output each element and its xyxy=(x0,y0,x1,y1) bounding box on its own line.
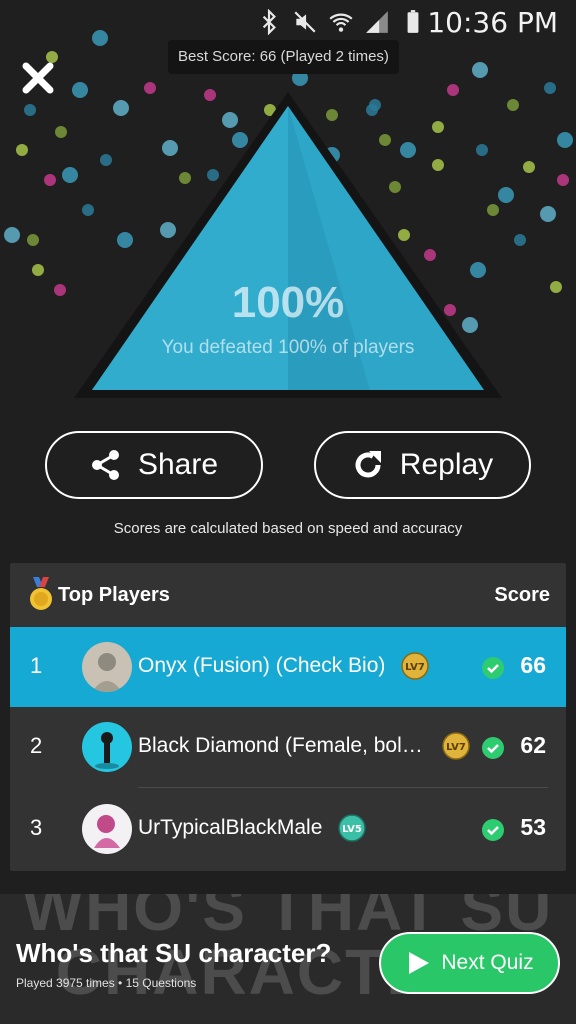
leaderboard-row[interactable]: 3 UrTypicalBlackMale LV5 53 xyxy=(10,789,566,869)
svg-text:LV7: LV7 xyxy=(446,742,466,753)
next-quiz-label: Next Quiz xyxy=(441,951,534,974)
confetti-dot xyxy=(523,161,535,173)
player-score: 53 xyxy=(520,814,546,840)
confetti-dot xyxy=(540,206,556,222)
row-rank: 1 xyxy=(30,653,43,678)
confetti-dot xyxy=(514,234,526,246)
confetti-dot xyxy=(544,82,556,94)
share-label: Share xyxy=(137,448,219,481)
row-rank: 3 xyxy=(30,815,43,840)
leaderboard-header: Top Players Score xyxy=(10,563,566,627)
score-note: Scores are calculated based on speed and… xyxy=(113,520,463,537)
svg-text:LV5: LV5 xyxy=(342,824,362,835)
leaderboard: Top Players Score 1 Onyx (Fusion) (Check… xyxy=(10,563,566,871)
medal-icon xyxy=(30,577,52,610)
level-badge: LV7 xyxy=(401,652,429,680)
row-rank: 2 xyxy=(30,733,43,758)
next-quiz-button[interactable]: Next Quiz xyxy=(379,932,560,994)
confetti-dot xyxy=(27,234,39,246)
result-message: You defeated 100% of players xyxy=(161,337,415,358)
avatar xyxy=(82,804,132,854)
play-icon xyxy=(409,952,430,974)
result-percent: 100% xyxy=(231,278,345,327)
share-icon xyxy=(91,450,119,480)
leaderboard-score-header: Score xyxy=(494,584,550,606)
check-icon xyxy=(482,819,504,841)
player-score: 62 xyxy=(520,732,546,758)
player-name: UrTypicalBlackMale xyxy=(138,816,323,839)
share-button[interactable]: Share xyxy=(45,431,263,499)
confetti-dot xyxy=(557,174,569,186)
confetti-dot xyxy=(55,126,67,138)
check-icon xyxy=(482,657,504,679)
confetti-dot xyxy=(16,144,28,156)
confetti-dot xyxy=(92,30,108,46)
level-badge: LV7 xyxy=(442,732,470,760)
avatar xyxy=(82,642,132,692)
player-score: 66 xyxy=(520,652,546,678)
close-icon[interactable] xyxy=(18,58,58,98)
replay-icon xyxy=(355,451,381,478)
confetti-dot xyxy=(24,104,36,116)
confetti-dot xyxy=(557,132,573,148)
confetti-dot xyxy=(507,99,519,111)
leaderboard-row[interactable]: 2 Black Diamond (Female, bol… LV7 62 xyxy=(10,707,566,787)
confetti-dot xyxy=(44,174,56,186)
player-name: Onyx (Fusion) (Check Bio) xyxy=(138,654,386,677)
confetti-dot xyxy=(4,227,20,243)
confetti-dot xyxy=(472,62,488,78)
replay-button[interactable]: Replay xyxy=(314,431,531,499)
replay-label: Replay xyxy=(399,448,494,481)
svg-text:LV7: LV7 xyxy=(405,662,425,673)
leaderboard-title: Top Players xyxy=(58,584,170,606)
best-score-label: Best Score: 66 (Played 2 times) xyxy=(168,40,399,74)
level-badge: LV5 xyxy=(338,814,366,842)
check-icon xyxy=(482,737,504,759)
quiz-title: Who's that SU character? xyxy=(16,938,332,968)
player-name: Black Diamond (Female, bol… xyxy=(138,734,423,757)
confetti-dot xyxy=(32,264,44,276)
leaderboard-row[interactable]: 1 Onyx (Fusion) (Check Bio) LV7 66 xyxy=(10,627,566,707)
row-divider xyxy=(138,787,548,788)
quiz-meta: Played 3975 times • 15 Questions xyxy=(16,976,197,990)
avatar xyxy=(82,722,132,772)
